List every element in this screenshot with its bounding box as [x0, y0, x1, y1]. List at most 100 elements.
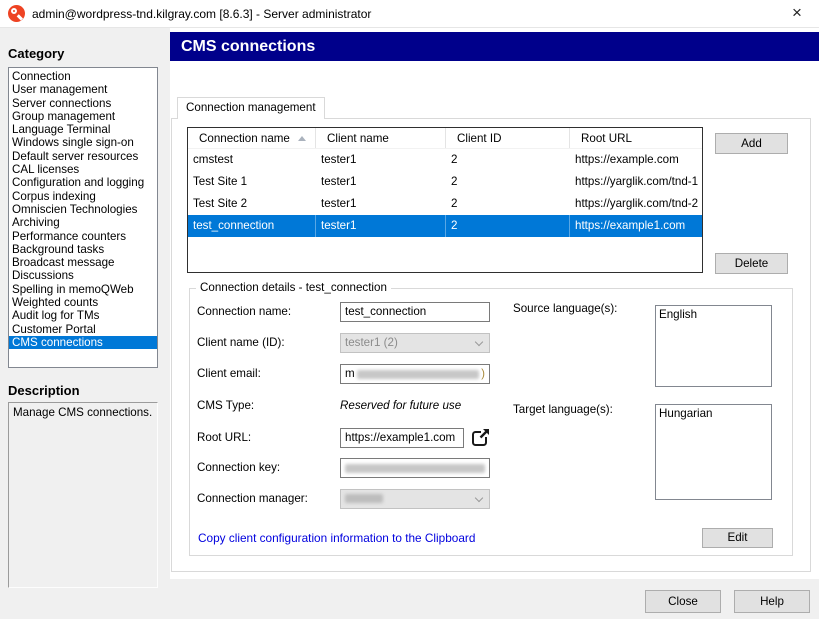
sidebar-item-discussions[interactable]: Discussions — [9, 269, 157, 282]
cell-root-url: https://example1.com — [570, 215, 701, 237]
connection-name-label: Connection name: — [197, 302, 291, 322]
cell-client-name: tester1 — [316, 149, 446, 171]
table-header-row: Connection name Client name Client ID Ro… — [188, 128, 702, 149]
cell-client-id: 2 — [446, 171, 570, 193]
cell-client-name: tester1 — [316, 193, 446, 215]
sidebar-item-cal-licenses[interactable]: CAL licenses — [9, 163, 157, 176]
table-row-cmstest[interactable]: cmstest tester1 2 https://example.com — [188, 149, 702, 171]
category-list[interactable]: Connection User management Server connec… — [8, 67, 158, 368]
cell-client-id: 2 — [446, 149, 570, 171]
source-language-item: English — [659, 308, 768, 322]
cms-type-label: CMS Type: — [197, 396, 254, 416]
logo-tail — [17, 15, 23, 21]
column-header-label: Root URL — [581, 132, 632, 145]
client-name-select: tester1 (2) — [340, 333, 490, 353]
source-languages-listbox[interactable]: English — [655, 305, 772, 387]
cell-client-name: tester1 — [316, 171, 446, 193]
cell-root-url: https://yarglik.com/tnd-2 — [570, 193, 701, 215]
connection-key-field[interactable] — [340, 458, 490, 478]
client-name-value: tester1 (2) — [345, 336, 398, 349]
column-header-client-name[interactable]: Client name — [316, 128, 446, 148]
column-header-root-url[interactable]: Root URL — [570, 128, 701, 148]
connections-table: Connection name Client name Client ID Ro… — [187, 127, 703, 273]
connection-name-field[interactable]: test_connection — [340, 302, 490, 322]
edit-button[interactable]: Edit — [702, 528, 773, 548]
add-button[interactable]: Add — [715, 133, 788, 154]
sidebar-item-user-management[interactable]: User management — [9, 83, 157, 96]
target-languages-label: Target language(s): — [513, 400, 613, 420]
close-button[interactable]: Close — [645, 590, 721, 613]
server-administrator-window: admin@wordpress-tnd.kilgray.com [8.6.3] … — [0, 0, 819, 619]
root-url-label: Root URL: — [197, 428, 251, 448]
cell-client-name: tester1 — [316, 215, 446, 237]
titlebar: admin@wordpress-tnd.kilgray.com [8.6.3] … — [0, 0, 819, 28]
sort-ascending-icon — [298, 136, 306, 141]
table-row-test-site-2[interactable]: Test Site 2 tester1 2 https://yarglik.co… — [188, 193, 702, 215]
client-email-field[interactable]: m ) — [340, 364, 490, 384]
cell-client-id: 2 — [446, 193, 570, 215]
description-label: Description — [8, 383, 80, 398]
sidebar-item-customer-portal[interactable]: Customer Portal — [9, 323, 157, 336]
sidebar-item-connection[interactable]: Connection — [9, 70, 157, 83]
client-email-suffix: ) — [481, 365, 485, 383]
sidebar-item-audit-log-for-tms[interactable]: Audit log for TMs — [9, 309, 157, 322]
redacted-key-blur — [345, 464, 485, 473]
cell-connection-name: cmstest — [188, 149, 316, 171]
column-header-client-id[interactable]: Client ID — [446, 128, 570, 148]
open-url-icon[interactable] — [471, 428, 493, 447]
sidebar-item-configuration-and-logging[interactable]: Configuration and logging — [9, 176, 157, 189]
copy-client-configuration-link[interactable]: Copy client configuration information to… — [198, 531, 475, 545]
sidebar-item-group-management[interactable]: Group management — [9, 110, 157, 123]
connection-key-label: Connection key: — [197, 458, 280, 478]
sidebar-item-default-server-resources[interactable]: Default server resources — [9, 150, 157, 163]
cell-connection-name: Test Site 1 — [188, 171, 316, 193]
client-name-label: Client name (ID): — [197, 333, 285, 353]
cell-root-url: https://yarglik.com/tnd-1 — [570, 171, 701, 193]
target-languages-listbox[interactable]: Hungarian — [655, 404, 772, 500]
redacted-manager-blur — [345, 494, 383, 503]
memoq-logo-icon — [8, 5, 25, 22]
cell-connection-name: test_connection — [188, 215, 316, 237]
sidebar-item-archiving[interactable]: Archiving — [9, 216, 157, 229]
target-language-item: Hungarian — [659, 407, 768, 421]
chevron-down-icon — [475, 338, 483, 346]
sidebar-item-broadcast-message[interactable]: Broadcast message — [9, 256, 157, 269]
chevron-down-icon — [475, 494, 483, 502]
cell-root-url: https://example.com — [570, 149, 701, 171]
sidebar-item-background-tasks[interactable]: Background tasks — [9, 243, 157, 256]
column-header-label: Client ID — [457, 132, 501, 145]
redacted-email-blur — [357, 370, 479, 379]
sidebar-item-server-connections[interactable]: Server connections — [9, 97, 157, 110]
sidebar-item-windows-single-sign-on[interactable]: Windows single sign-on — [9, 136, 157, 149]
cell-client-id: 2 — [446, 215, 570, 237]
column-header-label: Client name — [327, 132, 389, 145]
connection-details-group-title: Connection details - test_connection — [196, 281, 391, 294]
sidebar-item-cms-connections[interactable]: CMS connections — [9, 336, 157, 349]
sidebar-item-omniscien-technologies[interactable]: Omniscien Technologies — [9, 203, 157, 216]
cell-connection-name: Test Site 2 — [188, 193, 316, 215]
client-email-prefix: m — [345, 365, 355, 383]
window-title: admin@wordpress-tnd.kilgray.com [8.6.3] … — [32, 0, 371, 28]
connection-manager-select — [340, 489, 490, 509]
table-row-test-connection-selected[interactable]: test_connection tester1 2 https://exampl… — [188, 215, 702, 237]
sidebar-item-weighted-counts[interactable]: Weighted counts — [9, 296, 157, 309]
category-label: Category — [8, 46, 64, 61]
sidebar-item-performance-counters[interactable]: Performance counters — [9, 230, 157, 243]
table-row-test-site-1[interactable]: Test Site 1 tester1 2 https://yarglik.co… — [188, 171, 702, 193]
description-box: Manage CMS connections. — [8, 402, 158, 588]
help-button[interactable]: Help — [734, 590, 810, 613]
logo-ring — [11, 8, 17, 14]
close-icon[interactable]: × — [775, 0, 819, 28]
tab-connection-management[interactable]: Connection management — [177, 97, 325, 119]
page-title: CMS connections — [170, 32, 819, 61]
sidebar-item-spelling-in-memoqweb[interactable]: Spelling in memoQWeb — [9, 283, 157, 296]
column-header-label: Connection name — [199, 132, 290, 145]
client-email-label: Client email: — [197, 364, 261, 384]
root-url-field[interactable]: https://example1.com — [340, 428, 464, 448]
column-header-connection-name[interactable]: Connection name — [188, 128, 316, 148]
connection-manager-label: Connection manager: — [197, 489, 308, 509]
sidebar-item-language-terminal[interactable]: Language Terminal — [9, 123, 157, 136]
source-languages-label: Source language(s): — [513, 299, 617, 319]
delete-button[interactable]: Delete — [715, 253, 788, 274]
sidebar-item-corpus-indexing[interactable]: Corpus indexing — [9, 190, 157, 203]
